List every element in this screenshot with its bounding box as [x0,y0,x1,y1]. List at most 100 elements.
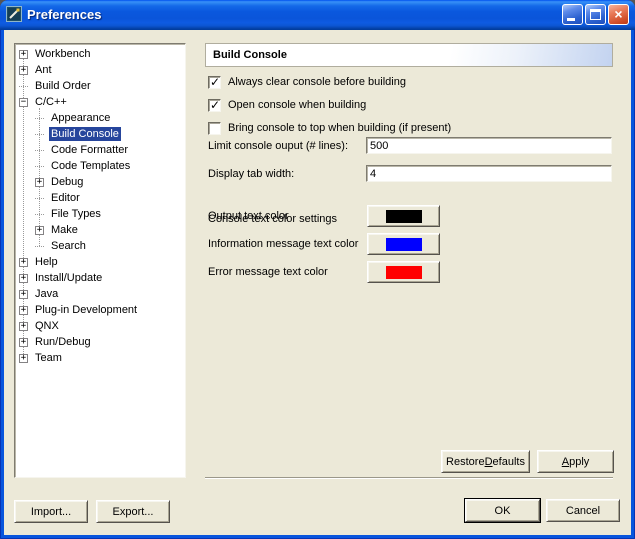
tree-item-label[interactable]: Run/Debug [33,335,93,349]
tree-item-debug[interactable]: + Debug [15,174,185,190]
display-tab-width-input-label: Display tab width: [208,168,294,180]
tree-item-make[interactable]: + Make [15,222,185,238]
titlebar[interactable]: Preferences × [0,0,635,30]
dialog-content: +Workbench+AntBuild Order−C/C++Appearanc… [4,30,631,535]
expand-plus-icon[interactable]: + [19,258,28,267]
tree-item-build-console[interactable]: Build Console [15,126,185,142]
color-swatch [386,266,422,279]
tree-item-java[interactable]: + Java [15,286,185,302]
checkmark-icon: ✓ [210,76,220,89]
tree-item-label[interactable]: Code Formatter [49,143,130,157]
tree-item-run-debug[interactable]: + Run/Debug [15,334,185,350]
preferences-tree[interactable]: +Workbench+AntBuild Order−C/C++Appearanc… [14,43,186,478]
tree-item-label[interactable]: Search [49,239,88,253]
export-button[interactable]: Export... [96,500,170,523]
tree-item-label[interactable]: Plug-in Development [33,303,139,317]
restore-defaults-button[interactable]: Restore Defaults [441,450,530,473]
open-console-checkbox[interactable]: ✓ [208,99,221,112]
error-message-text-color-button-label: Error message text color [208,266,328,278]
tree-item-install-update[interactable]: + Install/Update [15,270,185,286]
tree-item-code-templates[interactable]: Code Templates [15,158,185,174]
tree-item-label[interactable]: Code Templates [49,159,132,173]
color-swatch [386,238,422,251]
tree-connector [35,198,44,199]
expand-plus-icon[interactable]: + [19,306,28,315]
tree-connector [19,86,28,87]
apply-button[interactable]: Apply [537,450,614,473]
bring-console-to-top-checkbox-row: Bring console to top when building (if p… [208,121,451,135]
information-message-text-color-button[interactable] [367,233,440,255]
tree-item-c-c[interactable]: −C/C++ [15,94,185,110]
maximize-icon [590,9,601,20]
tree-item-file-types[interactable]: File Types [15,206,185,222]
ok-button[interactable]: OK [465,499,540,522]
tree-connector [35,134,44,135]
expand-plus-icon[interactable]: + [35,178,44,187]
tree-item-label[interactable]: Make [49,223,80,237]
import-button[interactable]: Import... [14,500,88,523]
maximize-button[interactable] [585,4,606,25]
output-text-color-button[interactable] [367,205,440,227]
minimize-icon [567,18,575,21]
tree-item-plug-in-development[interactable]: + Plug-in Development [15,302,185,318]
tree-item-qnx[interactable]: + QNX [15,318,185,334]
expand-plus-icon[interactable]: + [19,338,28,347]
always-clear-console-checkbox-row: ✓ Always clear console before building [208,75,406,89]
collapse-minus-icon[interactable]: − [19,98,28,107]
preferences-window-icon [6,6,22,22]
bring-console-to-top-checkbox[interactable] [208,122,221,135]
tree-item-team[interactable]: + Team [15,350,185,366]
output-text-color-button-label: Output text color [208,210,289,222]
open-console-checkbox-label[interactable]: Open console when building [228,99,366,111]
tree-item-label[interactable]: Build Console [49,127,121,141]
tree-item-appearance[interactable]: Appearance [15,110,185,126]
tree-item-build-order[interactable]: Build Order [15,78,185,94]
tree-item-label[interactable]: Help [33,255,60,269]
always-clear-console-checkbox[interactable]: ✓ [208,76,221,89]
tree-item-label[interactable]: Team [33,351,64,365]
tree-connector [35,118,44,119]
tree-item-code-formatter[interactable]: Code Formatter [15,142,185,158]
expand-plus-icon[interactable]: + [35,226,44,235]
cancel-button[interactable]: Cancel [546,499,620,522]
expand-plus-icon[interactable]: + [19,290,28,299]
minimize-button[interactable] [562,4,583,25]
close-icon: × [609,5,628,23]
tree-item-label[interactable]: Editor [49,191,82,205]
expand-plus-icon[interactable]: + [19,322,28,331]
expand-plus-icon[interactable]: + [19,274,28,283]
tree-connector [35,246,44,247]
limit-console-output-input[interactable] [366,137,612,154]
tree-item-label[interactable]: Install/Update [33,271,104,285]
window-controls: × [562,4,629,25]
tree-item-label[interactable]: Ant [33,63,54,77]
display-tab-width-input[interactable] [366,165,612,182]
expand-plus-icon[interactable]: + [19,354,28,363]
close-button[interactable]: × [608,4,629,25]
tree-item-ant[interactable]: + Ant [15,62,185,78]
tree-item-help[interactable]: + Help [15,254,185,270]
tree-item-label[interactable]: Build Order [33,79,93,93]
tree-item-search[interactable]: Search [15,238,185,254]
tree-item-label[interactable]: Java [33,287,60,301]
tree-connector [35,166,44,167]
tree-item-label[interactable]: Appearance [49,111,112,125]
tree-item-editor[interactable]: Editor [15,190,185,206]
always-clear-console-checkbox-label[interactable]: Always clear console before building [228,76,406,88]
tree-item-label[interactable]: QNX [33,319,61,333]
limit-console-output-input-label: Limit console ouput (# lines): [208,140,348,152]
bring-console-to-top-checkbox-label[interactable]: Bring console to top when building (if p… [228,122,451,134]
tree-item-workbench[interactable]: + Workbench [15,46,185,62]
error-message-text-color-button[interactable] [367,261,440,283]
tree-item-label[interactable]: Debug [49,175,85,189]
color-swatch [386,210,422,223]
expand-plus-icon[interactable]: + [19,50,28,59]
tree-item-label[interactable]: Workbench [33,47,92,61]
tree-connector [35,214,44,215]
tree-item-label[interactable]: C/C++ [33,95,69,109]
expand-plus-icon[interactable]: + [19,66,28,75]
preferences-window: Preferences × + Workbench + Ant Build Order−… [0,0,635,539]
tree-item-label[interactable]: File Types [49,207,103,221]
footer-separator [205,477,613,479]
window-title: Preferences [27,7,562,22]
